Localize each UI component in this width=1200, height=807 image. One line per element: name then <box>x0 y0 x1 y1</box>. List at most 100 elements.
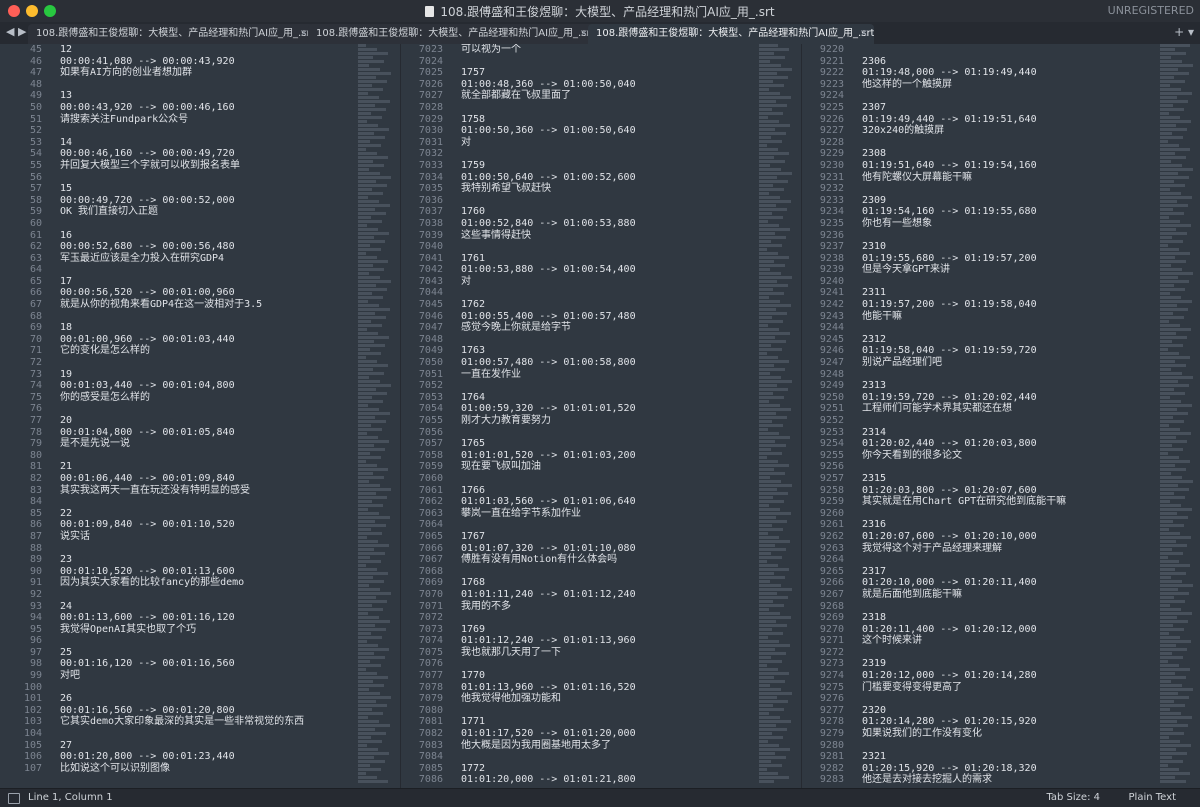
code-line[interactable]: 01:19:59,720 --> 01:20:02,440 <box>862 392 1066 404</box>
code-line[interactable]: 01:01:20,000 --> 01:01:21,800 <box>461 774 636 786</box>
code-line[interactable]: 01:19:51,640 --> 01:19:54,160 <box>862 160 1066 172</box>
code-line[interactable] <box>461 427 636 439</box>
code-line[interactable] <box>461 380 636 392</box>
code-line[interactable]: 01:00:48,360 --> 01:00:50,040 <box>461 79 636 91</box>
code-line[interactable]: 2306 <box>862 56 1066 68</box>
code-line[interactable] <box>461 102 636 114</box>
code-line[interactable]: 2312 <box>862 334 1066 346</box>
code-line[interactable] <box>461 751 636 763</box>
code-line[interactable] <box>862 740 1066 752</box>
code-line[interactable]: 2318 <box>862 612 1066 624</box>
code-line[interactable]: 12 <box>60 44 304 56</box>
new-tab-and-menu-controls[interactable]: + ▾ <box>1174 25 1194 39</box>
code-line[interactable]: 18 <box>60 322 304 334</box>
code-line[interactable]: 其实我这两天一直在玩还没有特明显的感受 <box>60 485 304 497</box>
code-line[interactable]: 就是后面他到底能干嘛 <box>862 589 1066 601</box>
code-line[interactable]: 这个时候来讲 <box>862 635 1066 647</box>
code-line[interactable] <box>862 554 1066 566</box>
code-line[interactable]: 并回复大模型三个字就可以收到报名表单 <box>60 160 304 172</box>
code-line[interactable]: 2320 <box>862 705 1066 717</box>
code-line[interactable]: 01:20:11,400 --> 01:20:12,000 <box>862 624 1066 636</box>
code-line[interactable]: 2321 <box>862 751 1066 763</box>
code-line[interactable]: 00:01:13,600 --> 00:01:16,120 <box>60 612 304 624</box>
code-line[interactable]: 可以视为一个 <box>461 44 636 56</box>
code-line[interactable]: 00:01:10,520 --> 00:01:13,600 <box>60 566 304 578</box>
code-line[interactable] <box>60 311 304 323</box>
code-line[interactable]: 1766 <box>461 485 636 497</box>
code-line[interactable]: 26 <box>60 693 304 705</box>
code-line[interactable]: 01:20:12,000 --> 01:20:14,280 <box>862 670 1066 682</box>
code-line[interactable] <box>60 264 304 276</box>
code-line[interactable] <box>60 450 304 462</box>
code-line[interactable]: 01:01:11,240 --> 01:01:12,240 <box>461 589 636 601</box>
code-line[interactable]: 01:01:13,960 --> 01:01:16,520 <box>461 682 636 694</box>
code-line[interactable]: 它的变化是怎么样的 <box>60 345 304 357</box>
code-line[interactable]: 2311 <box>862 287 1066 299</box>
code-line[interactable]: 00:01:00,960 --> 00:01:03,440 <box>60 334 304 346</box>
syntax-selector[interactable]: Plain Text <box>1129 792 1176 803</box>
code-line[interactable]: 00:00:43,920 --> 00:00:46,160 <box>60 102 304 114</box>
code-line[interactable] <box>461 56 636 68</box>
code-line[interactable] <box>60 79 304 91</box>
code-line[interactable]: 24 <box>60 601 304 613</box>
code-line[interactable]: 01:00:52,840 --> 01:00:53,880 <box>461 218 636 230</box>
code-line[interactable]: 1765 <box>461 438 636 450</box>
code-line[interactable]: 他还是去对接去挖掘人的需求 <box>862 774 1066 786</box>
code-line[interactable]: 其实就是在用Chart GPT在研究他到底能干嘛 <box>862 496 1066 508</box>
tab-file-2[interactable]: 108.跟傅盛和王俊煜聊：大模型、产品经理和热门AI应_用_.srt × <box>308 24 594 44</box>
code-line[interactable]: 20 <box>60 415 304 427</box>
code-area[interactable]: 可以视为一个 1757 01:00:48,360 --> 01:00:50,040 就… <box>461 44 636 786</box>
code-line[interactable]: 15 <box>60 183 304 195</box>
code-line[interactable]: 一直在发作业 <box>461 369 636 381</box>
code-line[interactable] <box>461 334 636 346</box>
code-line[interactable]: 但是今天拿GPT来讲 <box>862 264 1066 276</box>
code-line[interactable]: 00:00:56,520 --> 00:01:00,960 <box>60 287 304 299</box>
tab-size-selector[interactable]: Tab Size: 4 <box>1046 792 1100 803</box>
code-line[interactable]: 2314 <box>862 427 1066 439</box>
code-line[interactable]: 1769 <box>461 624 636 636</box>
code-line[interactable] <box>862 647 1066 659</box>
code-area[interactable]: 2306 01:19:48,000 --> 01:19:49,440 他这样的一个触… <box>862 44 1066 786</box>
code-line[interactable]: 1759 <box>461 160 636 172</box>
code-line[interactable]: 01:00:53,880 --> 01:00:54,400 <box>461 264 636 276</box>
code-line[interactable]: 他有陀螺仪大屏幕能干嘛 <box>862 172 1066 184</box>
code-line[interactable]: 是不是先说一说 <box>60 438 304 450</box>
code-line[interactable]: 00:01:04,800 --> 00:01:05,840 <box>60 427 304 439</box>
code-line[interactable] <box>862 44 1066 56</box>
code-line[interactable]: 1760 <box>461 206 636 218</box>
code-line[interactable]: 他能干嘛 <box>862 311 1066 323</box>
code-line[interactable]: 00:01:03,440 --> 00:01:04,800 <box>60 380 304 392</box>
code-line[interactable]: 他这样的一个触摸屏 <box>862 79 1066 91</box>
code-line[interactable]: 01:00:50,360 --> 01:00:50,640 <box>461 125 636 137</box>
code-line[interactable] <box>60 728 304 740</box>
code-line[interactable]: 1763 <box>461 345 636 357</box>
code-line[interactable]: 我特别希望飞叔赶快 <box>461 183 636 195</box>
code-line[interactable]: 00:00:41,080 --> 00:00:43,920 <box>60 56 304 68</box>
code-line[interactable]: 27 <box>60 740 304 752</box>
code-line[interactable]: 01:20:07,600 --> 01:20:10,000 <box>862 531 1066 543</box>
panel-toggle-icon[interactable] <box>8 793 20 804</box>
code-line[interactable]: 因为其实大家看的比较fancy的那些demo <box>60 577 304 589</box>
code-line[interactable]: 23 <box>60 554 304 566</box>
code-line[interactable]: 01:19:54,160 --> 01:19:55,680 <box>862 206 1066 218</box>
code-line[interactable]: 他大概是因为我用圈基地用太多了 <box>461 740 636 752</box>
code-line[interactable] <box>60 218 304 230</box>
code-line[interactable]: 对 <box>461 276 636 288</box>
code-line[interactable]: 01:19:55,680 --> 01:19:57,200 <box>862 253 1066 265</box>
code-line[interactable]: 这些事情得赶快 <box>461 230 636 242</box>
code-line[interactable] <box>60 589 304 601</box>
code-line[interactable]: 就是从你的视角来看GDP4在这一波相对于3.5 <box>60 299 304 311</box>
code-line[interactable] <box>862 415 1066 427</box>
code-line[interactable] <box>60 357 304 369</box>
code-line[interactable]: 它其实demo大家印象最深的其实是一些非常视觉的东西 <box>60 716 304 728</box>
code-line[interactable]: 01:01:12,240 --> 01:01:13,960 <box>461 635 636 647</box>
code-line[interactable]: 01:00:59,320 --> 01:01:01,520 <box>461 403 636 415</box>
tab-navigation-arrows[interactable]: ◀ ▶ <box>6 25 26 38</box>
code-line[interactable]: 请搜索关注Fundpark公众号 <box>60 114 304 126</box>
code-line[interactable]: 1762 <box>461 299 636 311</box>
editor-pane-1[interactable]: 45 46 47 48 49 50 51 52 53 54 55 56 57 58 59 60 61 62 63 64… <box>0 44 400 788</box>
code-line[interactable] <box>461 612 636 624</box>
cursor-position[interactable]: Line 1, Column 1 <box>28 792 113 803</box>
code-line[interactable] <box>862 508 1066 520</box>
code-line[interactable]: 01:20:15,920 --> 01:20:18,320 <box>862 763 1066 775</box>
